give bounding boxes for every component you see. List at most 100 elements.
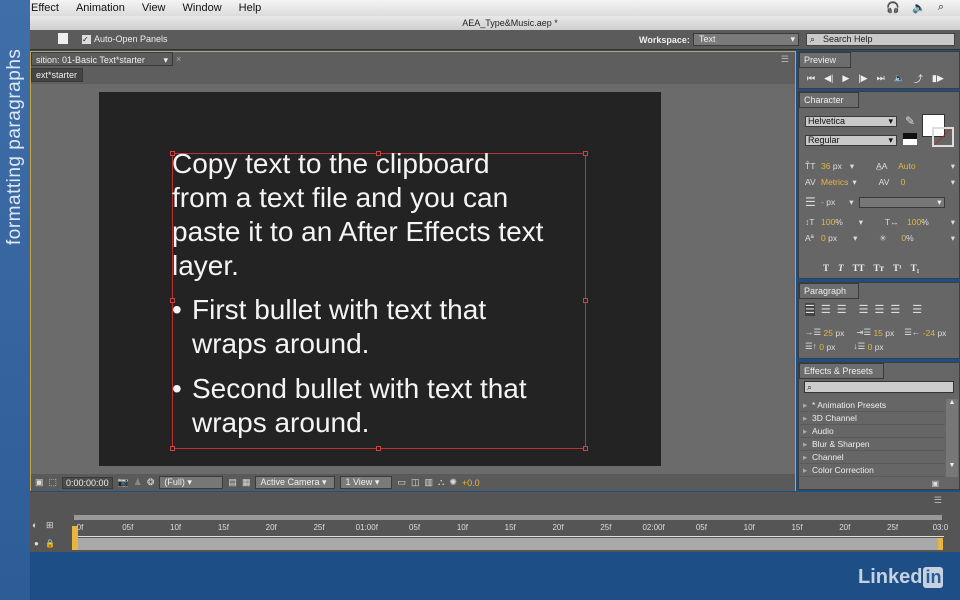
tab-effects-presets[interactable]: Effects & Presets (799, 363, 884, 379)
stroke-type-select[interactable]: ▾ (859, 196, 946, 208)
show-snapshot-icon[interactable]: ♟ (134, 477, 142, 488)
solo-icon[interactable]: ◐ (32, 520, 37, 530)
out-point-handle[interactable] (938, 538, 943, 550)
justify-left-icon[interactable]: ☰ (859, 303, 869, 316)
justify-right-icon[interactable]: ☰ (890, 303, 900, 316)
playhead[interactable] (72, 526, 78, 550)
panel-menu-icon[interactable]: ☰ (781, 54, 789, 65)
channel-icon[interactable]: ❂ (147, 477, 155, 488)
effects-search-input[interactable]: ⌕ (804, 381, 954, 393)
horizontal-scale-value[interactable]: 100 (907, 217, 921, 227)
indent-left-value[interactable]: 25 (824, 328, 833, 338)
audio-icon[interactable]: 🔈 (894, 73, 905, 84)
faux-bold-button[interactable]: T (823, 263, 829, 273)
stroke-color-swatch[interactable] (932, 127, 954, 147)
eyedropper-icon[interactable]: ✎ (905, 114, 915, 128)
camera-select[interactable]: Active Camera ▾ (255, 476, 336, 489)
new-folder-icon[interactable]: ▣ (931, 479, 939, 488)
resolution-select[interactable]: (Full) ▾ (159, 476, 224, 489)
flowchart-icon[interactable]: ⛬ (438, 477, 444, 488)
fast-preview-icon[interactable]: ▤ (228, 477, 237, 488)
headphones-icon[interactable]: 🎧 (886, 1, 900, 14)
small-caps-button[interactable]: Tт (874, 263, 884, 273)
subscript-button[interactable]: T₁ (911, 263, 920, 273)
close-icon[interactable]: × (176, 54, 181, 64)
layer-bar[interactable] (74, 538, 942, 550)
prev-frame-icon[interactable]: ◀| (824, 73, 833, 84)
indent-right-value[interactable]: -24 (923, 328, 935, 338)
tab-paragraph[interactable]: Paragraph (799, 283, 859, 299)
views-select[interactable]: 1 View ▾ (340, 476, 393, 489)
baseline-shift-value[interactable]: 0 (821, 233, 826, 243)
superscript-button[interactable]: T¹ (893, 263, 902, 273)
align-right-icon[interactable]: ☰ (837, 303, 847, 316)
list-item[interactable]: * Animation Presets (800, 399, 945, 412)
all-caps-button[interactable]: TT (853, 263, 865, 273)
list-item[interactable]: 3D Channel (800, 412, 945, 425)
menu-view[interactable]: View (142, 2, 166, 14)
workspace-select[interactable]: Text ▾ (693, 33, 799, 46)
snapshot-icon[interactable]: 📷 (118, 477, 129, 488)
chevron-down-icon: ▾ (790, 34, 795, 44)
search-icon[interactable]: ⌕ (938, 1, 944, 14)
justify-all-icon[interactable]: ☰ (912, 303, 922, 316)
list-item[interactable]: Blur & Sharpen (800, 438, 945, 451)
region-icon[interactable]: ⬚ (49, 477, 58, 488)
first-frame-icon[interactable]: ⏮ (807, 73, 815, 84)
preview-panel: Preview ⏮ ◀| ▶ |▶ ⏭ 🔈 ⤴ ▮▶ (798, 51, 960, 89)
visibility-icon[interactable]: ● (34, 539, 39, 548)
loop-icon[interactable]: ⤴ (914, 72, 923, 85)
tracking-value[interactable]: 0 (901, 177, 906, 187)
timecode[interactable]: 0:00:00:00 (62, 476, 113, 489)
comp-flow-icon[interactable]: ⊞ (46, 520, 54, 531)
tab-starter[interactable]: ext*starter (31, 68, 83, 82)
menu-animation[interactable]: Animation (76, 2, 125, 14)
font-size-value[interactable]: 36 (821, 161, 830, 171)
space-after-value[interactable]: 0 (868, 342, 873, 352)
time-tick: 15f (791, 523, 803, 532)
align-left-icon[interactable]: ☰ (805, 303, 815, 316)
kerning-value[interactable]: Metrics (821, 177, 848, 187)
fast-previews-icon[interactable]: ◫ (411, 477, 420, 488)
timeline-icon[interactable]: ▥ (424, 477, 433, 488)
justify-center-icon[interactable]: ☰ (875, 303, 885, 316)
list-item[interactable]: Channel (800, 451, 945, 464)
pixel-aspect-icon[interactable]: ▭ (397, 477, 406, 488)
list-item[interactable]: Audio (800, 425, 945, 438)
volume-icon[interactable]: 🔈 (912, 1, 926, 14)
exposure-value[interactable]: +0.0 (462, 478, 480, 488)
stroke-width-value[interactable]: - (821, 197, 824, 207)
effects-scrollbar[interactable]: ▲ ▼ (946, 399, 958, 477)
auto-open-checkbox[interactable]: ✓ Auto-Open Panels (82, 34, 168, 44)
tab-preview[interactable]: Preview (799, 52, 851, 68)
safe-zones-icon[interactable]: ▣ (35, 477, 44, 488)
menu-effect[interactable]: Effect (31, 2, 59, 14)
exposure-icon[interactable]: ✺ (449, 477, 457, 488)
indent-first-value[interactable]: 15 (873, 328, 882, 338)
faux-italic-button[interactable]: T (838, 263, 844, 273)
tab-character[interactable]: Character (799, 92, 859, 108)
panel-menu-icon[interactable]: ☰ (934, 495, 942, 506)
time-ruler[interactable]: 0f 05f 10f 15f 20f 25f 01:00f 05f 10f 15f 20f 25f 02… (74, 523, 948, 537)
align-center-icon[interactable]: ☰ (821, 303, 831, 316)
menu-help[interactable]: Help (239, 2, 262, 14)
font-family-select[interactable]: Helvetica ▾ (805, 116, 897, 127)
time-tick: 05f (122, 523, 134, 532)
work-area-bar[interactable] (74, 515, 942, 520)
lock-icon[interactable]: 🔒 (45, 539, 55, 548)
black-white-swatch[interactable] (903, 133, 917, 145)
play-icon[interactable]: ▶ (842, 73, 849, 84)
list-item[interactable]: Color Correction (800, 464, 945, 477)
panel-icon[interactable] (58, 33, 68, 44)
last-frame-icon[interactable]: ⏭ (877, 73, 885, 84)
ram-preview-icon[interactable]: ▮▶ (932, 73, 944, 84)
menu-window[interactable]: Window (183, 2, 222, 14)
transparency-grid-icon[interactable]: ▦ (242, 477, 251, 488)
font-style-select[interactable]: Regular ▾ (805, 135, 897, 146)
next-frame-icon[interactable]: |▶ (858, 73, 867, 84)
tab-composition[interactable]: sition: 01-Basic Text*starter ▾ (31, 52, 173, 66)
search-help-input[interactable]: ⌕ Search Help (806, 33, 955, 46)
leading-value[interactable]: Auto (898, 161, 916, 171)
space-before-value[interactable]: 0 (819, 342, 824, 352)
vertical-scale-value[interactable]: 100 (821, 217, 835, 227)
